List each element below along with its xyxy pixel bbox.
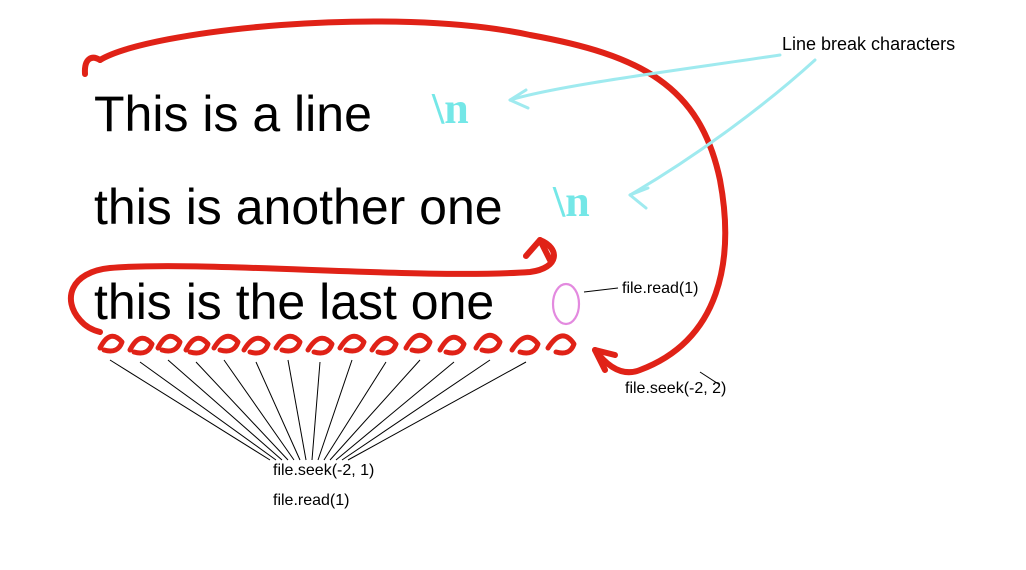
text-line-1: This is a line (94, 85, 372, 143)
label-file-seek-cur: file.seek(-2, 1) (273, 462, 374, 480)
text-line-2: this is another one (94, 178, 503, 236)
leader-fan (110, 360, 526, 460)
label-file-seek-end: file.seek(-2, 2) (625, 380, 726, 398)
text-line-3: this is the last one (94, 273, 494, 331)
label-file-read-1: file.read(1) (622, 280, 698, 298)
newline-glyph-1: \n (432, 83, 469, 134)
label-file-read-1b: file.read(1) (273, 492, 349, 510)
red-squiggles-underline (100, 335, 574, 353)
label-linebreak: Line break characters (782, 34, 955, 55)
newline-glyph-2: \n (553, 176, 590, 227)
leader-read1 (584, 288, 618, 292)
pink-read-circle (553, 284, 579, 324)
